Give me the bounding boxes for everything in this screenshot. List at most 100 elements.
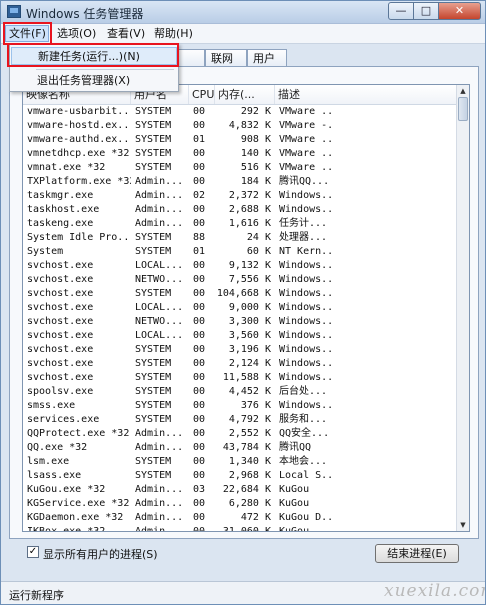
table-row[interactable]: TXPlatform.exe *32 Admin... 00 184 K 腾讯QQ... xyxy=(23,175,459,189)
table-row[interactable]: svchost.exe SYSTEM 00 3,196 K Windows... xyxy=(23,343,459,357)
table-row[interactable]: svchost.exe SYSTEM 00 11,588 K Windows... xyxy=(23,371,459,385)
menu-item-exit[interactable]: 退出任务管理器(X) xyxy=(11,72,177,90)
table-row[interactable]: QQProtect.exe *32 Admin... 00 2,552 K QQ安全..… xyxy=(23,427,459,441)
process-description-cell: 处理器... xyxy=(279,232,328,243)
menu-help[interactable]: 帮助(H) xyxy=(154,26,193,41)
menu-view[interactable]: 查看(V) xyxy=(107,26,145,41)
process-cpu-cell: 00 xyxy=(193,526,206,532)
scroll-thumb[interactable] xyxy=(458,97,468,121)
process-name-cell: vmware-usbarbit... xyxy=(27,106,131,117)
process-name-cell: vmware-authd.ex... xyxy=(27,134,131,145)
process-cpu-cell: 00 xyxy=(193,414,206,425)
table-row[interactable]: vmnetdhcp.exe *32 SYSTEM 00 140 K VMware ... xyxy=(23,147,459,161)
process-user-cell: SYSTEM xyxy=(135,120,172,131)
process-user-cell: Admin... xyxy=(135,526,184,532)
process-name-cell: svchost.exe xyxy=(27,274,94,285)
process-cpu-cell: 00 xyxy=(193,260,206,271)
menu-item-new-task[interactable]: 新建任务(运行...)(N) xyxy=(11,47,177,65)
column-memory[interactable]: 内存(... xyxy=(215,85,275,104)
process-user-cell: SYSTEM xyxy=(135,162,172,173)
process-name-cell: taskhost.exe xyxy=(27,204,100,215)
table-row[interactable]: svchost.exe SYSTEM 00 2,124 K Windows... xyxy=(23,357,459,371)
menu-file[interactable]: 文件(F) xyxy=(5,25,49,42)
table-row[interactable]: taskhost.exe Admin... 00 2,688 K Windows... xyxy=(23,203,459,217)
window-controls: — □ ✕ xyxy=(388,2,481,20)
maximize-button[interactable]: □ xyxy=(414,2,439,20)
menu-bar: 文件(F) 选项(O) 查看(V) 帮助(H) xyxy=(1,24,485,44)
process-description-cell: VMware -... xyxy=(279,120,333,131)
table-row[interactable]: IKBox.exe *32 Admin... 00 31,060 K KuGou xyxy=(23,525,459,532)
minimize-button[interactable]: — xyxy=(388,2,414,20)
menu-options[interactable]: 选项(O) xyxy=(57,26,96,41)
task-manager-window: Windows 任务管理器 — □ ✕ 文件(F) 选项(O) 查看(V) 帮助… xyxy=(0,0,486,605)
table-row[interactable]: KGService.exe *32 Admin... 00 6,280 K KuGou xyxy=(23,497,459,511)
process-name-cell: spoolsv.exe xyxy=(27,386,94,397)
watermark: xuexila.com xyxy=(384,581,485,601)
table-row[interactable]: KGDaemon.exe *32 Admin... 00 472 K KuGou D..… xyxy=(23,511,459,525)
table-row[interactable]: vmware-hostd.ex... SYSTEM 00 4,832 K VMware … xyxy=(23,119,459,133)
process-cpu-cell: 01 xyxy=(193,246,206,257)
process-user-cell: SYSTEM xyxy=(135,148,172,159)
process-description-cell: Windows... xyxy=(279,330,333,341)
table-row[interactable]: System Idle Pro... SYSTEM 88 24 K 处理器... xyxy=(23,231,459,245)
table-row[interactable]: svchost.exe SYSTEM 00 104,668 K Windows... xyxy=(23,287,459,301)
scroll-down-arrow-icon[interactable]: ▼ xyxy=(458,520,468,530)
process-list[interactable]: 映像名称 用户名 CPU 内存(... 描述 vmware-usbarbit..… xyxy=(22,84,470,532)
title-bar[interactable]: Windows 任务管理器 — □ ✕ xyxy=(1,1,485,24)
process-memory-cell: 2,372 K xyxy=(228,190,271,201)
process-user-cell: LOCAL... xyxy=(135,302,184,313)
table-row[interactable]: taskeng.exe Admin... 00 1,616 K 任务计... xyxy=(23,217,459,231)
process-name-cell: vmnetdhcp.exe *32 xyxy=(27,148,130,159)
process-description-cell: KuGou xyxy=(279,484,310,495)
process-description-cell: Windows... xyxy=(279,288,333,299)
process-memory-cell: 2,968 K xyxy=(228,470,271,481)
scroll-up-arrow-icon[interactable]: ▲ xyxy=(458,86,468,96)
process-memory-cell: 104,668 K xyxy=(216,288,271,299)
table-row[interactable]: smss.exe SYSTEM 00 376 K Windows... xyxy=(23,399,459,413)
process-cpu-cell: 00 xyxy=(193,330,206,341)
column-cpu[interactable]: CPU xyxy=(189,85,215,104)
table-row[interactable]: QQ.exe *32 Admin... 00 43,784 K 腾讯QQ xyxy=(23,441,459,455)
table-row[interactable]: System SYSTEM 01 60 K NT Kern... xyxy=(23,245,459,259)
process-description-cell: 任务计... xyxy=(279,218,328,229)
table-row[interactable]: svchost.exe LOCAL... 00 9,000 K Windows... xyxy=(23,301,459,315)
process-description-cell: Windows... xyxy=(279,372,333,383)
table-row[interactable]: vmware-usbarbit... SYSTEM 00 292 K VMware ..… xyxy=(23,105,459,119)
process-memory-cell: 2,688 K xyxy=(228,204,271,215)
process-user-cell: LOCAL... xyxy=(135,330,184,341)
process-memory-cell: 1,340 K xyxy=(228,456,271,467)
table-row[interactable]: spoolsv.exe SYSTEM 00 4,452 K 后台处... xyxy=(23,385,459,399)
process-description-cell: 后台处... xyxy=(279,386,328,397)
table-row[interactable]: vmware-authd.ex... SYSTEM 01 908 K VMware ..… xyxy=(23,133,459,147)
table-row[interactable]: services.exe SYSTEM 00 4,792 K 服务和... xyxy=(23,413,459,427)
table-row[interactable]: svchost.exe LOCAL... 00 3,560 K Windows... xyxy=(23,329,459,343)
window-title: Windows 任务管理器 xyxy=(26,7,144,21)
table-row[interactable]: vmnat.exe *32 SYSTEM 00 516 K VMware ... xyxy=(23,161,459,175)
process-memory-cell: 9,000 K xyxy=(228,302,271,313)
table-row[interactable]: KuGou.exe *32 Admin... 03 22,684 K KuGou xyxy=(23,483,459,497)
process-description-cell: QQ安全... xyxy=(279,428,330,439)
show-all-users-label: 显示所有用户的进程(S) xyxy=(43,548,158,561)
table-row[interactable]: lsass.exe SYSTEM 00 2,968 K Local S... xyxy=(23,469,459,483)
process-name-cell: KuGou.exe *32 xyxy=(27,484,106,495)
end-process-button[interactable]: 结束进程(E) xyxy=(375,544,459,563)
tab-networking[interactable]: 联网 xyxy=(205,49,247,67)
table-row[interactable]: taskmgr.exe Admin... 02 2,372 K Windows... xyxy=(23,189,459,203)
table-row[interactable]: svchost.exe LOCAL... 00 9,132 K Windows... xyxy=(23,259,459,273)
process-user-cell: NETWO... xyxy=(135,274,184,285)
table-row[interactable]: lsm.exe SYSTEM 00 1,340 K 本地会... xyxy=(23,455,459,469)
process-cpu-cell: 00 xyxy=(193,442,206,453)
table-row[interactable]: svchost.exe NETWO... 00 3,300 K Windows... xyxy=(23,315,459,329)
process-memory-cell: 2,124 K xyxy=(228,358,271,369)
column-description[interactable]: 描述 xyxy=(275,85,459,104)
process-user-cell: SYSTEM xyxy=(135,288,172,299)
process-user-cell: Admin... xyxy=(135,218,184,229)
process-memory-cell: 9,132 K xyxy=(228,260,271,271)
tab-users[interactable]: 用户 xyxy=(247,49,287,67)
vertical-scrollbar[interactable]: ▲ ▼ xyxy=(456,85,469,531)
process-description-cell: KuGou xyxy=(279,526,310,532)
table-row[interactable]: svchost.exe NETWO... 00 7,556 K Windows... xyxy=(23,273,459,287)
show-all-users-checkbox[interactable]: ✓ xyxy=(27,546,39,558)
process-user-cell: LOCAL... xyxy=(135,260,184,271)
close-button[interactable]: ✕ xyxy=(439,2,481,20)
